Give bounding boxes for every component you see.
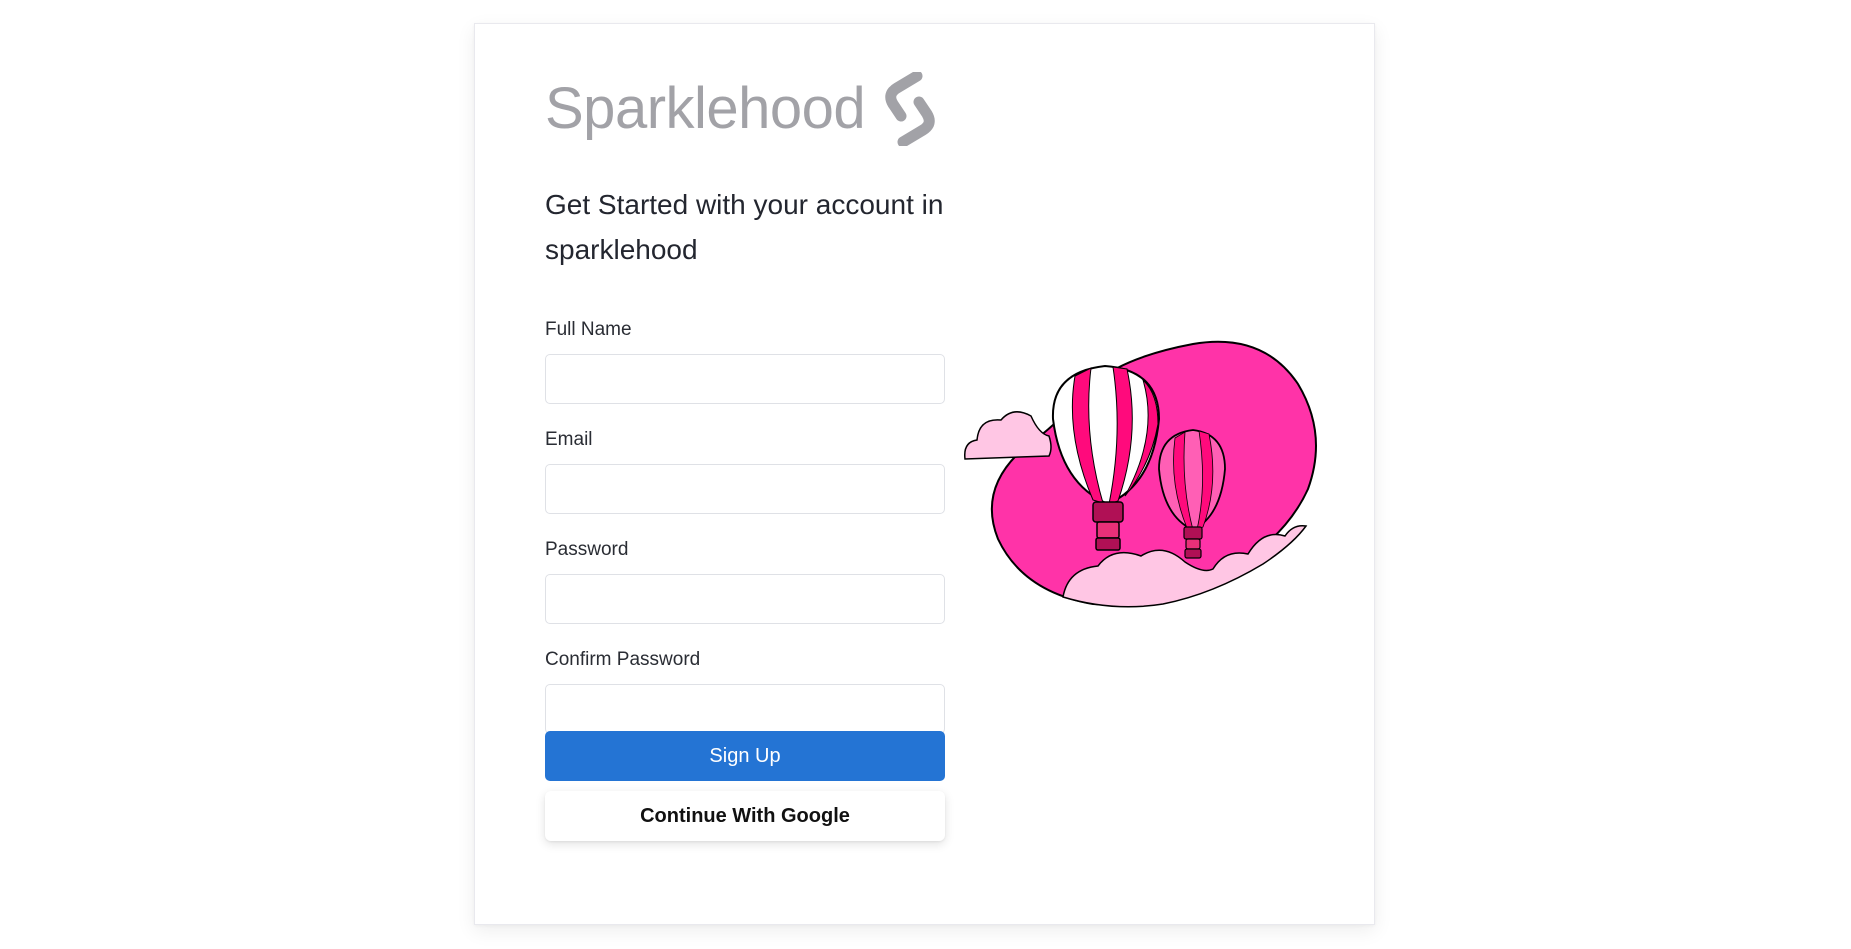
confirm-password-label: Confirm Password	[545, 649, 701, 670]
hot-air-balloons-illustration	[964, 340, 1317, 608]
full-name-input[interactable]	[545, 354, 945, 404]
email-label: Email	[545, 429, 593, 450]
page-title: Get Started with your account in sparkle…	[545, 189, 944, 265]
password-label: Password	[545, 539, 629, 560]
logo: Sparklehood	[545, 68, 965, 150]
full-name-label: Full Name	[545, 319, 632, 340]
floating-cloud	[964, 411, 1052, 460]
signup-card: Sparklehood Get Started with your accoun…	[474, 23, 1375, 925]
continue-with-google-button[interactable]: Continue With Google	[545, 791, 945, 841]
password-input[interactable]	[545, 574, 945, 624]
brand-name: Sparklehood	[545, 76, 866, 141]
sign-up-button[interactable]: Sign Up	[545, 731, 945, 781]
sparklehood-s-logo-icon	[885, 72, 935, 146]
email-input[interactable]	[545, 464, 945, 514]
confirm-password-input[interactable]	[545, 684, 945, 734]
